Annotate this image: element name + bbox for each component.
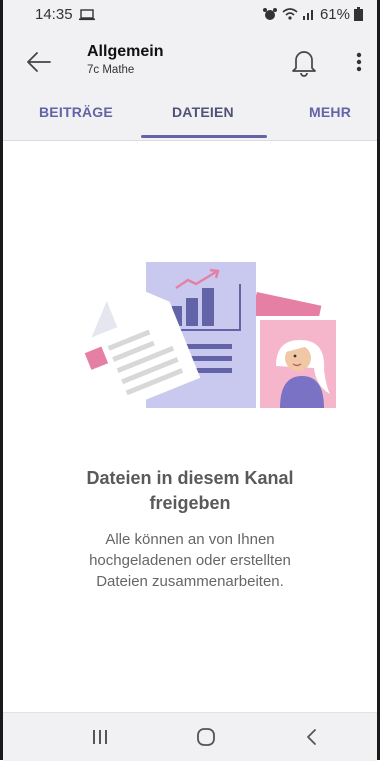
recent-apps-button[interactable] (85, 725, 115, 749)
system-back-button[interactable] (297, 725, 327, 749)
home-button[interactable] (191, 725, 221, 749)
more-vertical-icon (356, 52, 362, 72)
alarm-icon (262, 7, 278, 21)
home-icon (197, 728, 215, 746)
empty-state-title: Dateien in diesem Kanal freigeben (40, 466, 340, 516)
back-chevron-icon (307, 729, 316, 745)
channel-tabs: BEITRÄGE DATEIEN MEHR (3, 94, 377, 141)
channel-title: Allgemein (87, 43, 164, 60)
files-illustration (84, 262, 340, 412)
channel-header: Allgemein 7c Mathe (3, 28, 377, 94)
system-navigation-bar (3, 712, 377, 761)
status-bar: 14:35 61% (3, 0, 377, 28)
recent-apps-icon (93, 730, 107, 744)
arrow-left-icon (27, 52, 51, 72)
status-time: 14:35 (35, 5, 73, 23)
signal-icon (302, 7, 316, 21)
empty-state-title-line: freigeben (149, 493, 231, 513)
empty-state-title-line: Dateien in diesem Kanal (86, 468, 294, 488)
empty-state-desc-line: Alle können an von Ihnen (105, 531, 275, 548)
channel-title-block: Allgemein 7c Mathe (87, 43, 163, 76)
active-tab-indicator (141, 135, 267, 138)
bell-icon (292, 51, 316, 77)
back-button[interactable] (25, 48, 53, 76)
wifi-icon (282, 7, 298, 21)
more-options-button[interactable] (349, 48, 369, 76)
empty-state-desc-line: Dateien zusammenarbeiten. (96, 573, 284, 590)
tab-more[interactable]: MEHR (309, 104, 351, 120)
laptop-icon (78, 8, 95, 21)
team-name: 7c Mathe (87, 64, 135, 76)
empty-state-desc-line: hochgeladenen oder erstellten (89, 552, 291, 569)
battery-percent: 61% (319, 5, 350, 23)
status-indicators: 61% (262, 6, 363, 23)
tab-posts[interactable]: BEITRÄGE (39, 104, 113, 120)
empty-state-description: Alle können an von Ihnen hochgeladenen o… (40, 529, 340, 592)
tab-files[interactable]: DATEIEN (172, 104, 234, 120)
photo-card (256, 316, 340, 412)
notifications-button[interactable] (290, 46, 318, 78)
battery-icon (354, 7, 363, 21)
